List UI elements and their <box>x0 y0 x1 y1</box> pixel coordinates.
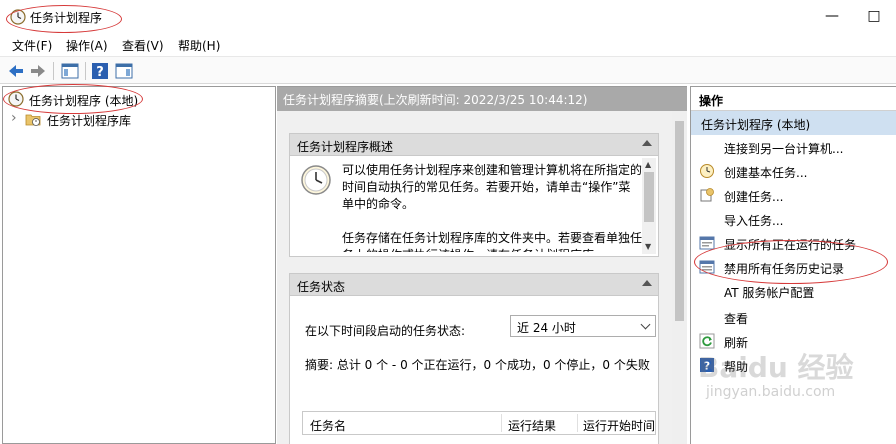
tree-child-label: 任务计划程序库 <box>47 114 132 128</box>
action-refresh[interactable]: 刷新 <box>691 329 896 353</box>
running-tasks-icon <box>699 236 715 250</box>
forward-arrow-icon[interactable] <box>28 61 48 81</box>
overview-scroll-thumb[interactable] <box>644 172 654 222</box>
help-icon: ? <box>700 358 714 373</box>
window-title: 任务计划程序 <box>30 11 103 25</box>
task-status-section-header[interactable]: 任务状态 <box>290 274 658 296</box>
summary-header: 任务计划程序摘要(上次刷新时间: 2022/3/25 10:44:12) <box>277 87 687 111</box>
overview-section-title: 任务计划程序概述 <box>297 140 394 154</box>
actions-header-text: 操作 <box>699 94 724 108</box>
basic-task-icon <box>700 164 714 178</box>
toolbar: ? <box>0 56 896 84</box>
status-range-dropdown[interactable]: 近 24 小时 <box>510 315 656 337</box>
column-separator[interactable] <box>577 414 578 432</box>
maximize-button[interactable]: □ <box>864 6 884 26</box>
action-label: 刷新 <box>724 336 749 350</box>
tree-root-label: 任务计划程序 (本地) <box>29 94 139 108</box>
action-label: 显示所有正在运行的任务 <box>724 238 857 252</box>
show-hide-console-tree-icon[interactable] <box>60 61 80 81</box>
action-label: 查看 <box>724 312 749 326</box>
title-bar: 任务计划程序 — □ <box>0 0 896 34</box>
folder-clock-icon <box>25 114 41 126</box>
tree-item-task-scheduler-local[interactable]: 任务计划程序 (本地) <box>3 89 275 109</box>
overview-section-header[interactable]: 任务计划程序概述 <box>290 134 658 156</box>
column-task-name[interactable]: 任务名 <box>310 417 346 434</box>
column-run-start-time[interactable]: 运行开始时间 <box>583 417 655 434</box>
overview-scrollbar[interactable]: ▲ ▼ <box>642 158 656 254</box>
clock-icon <box>301 165 331 195</box>
collapse-icon[interactable] <box>642 140 652 146</box>
actions-section-local[interactable]: 任务计划程序 (本地) <box>691 111 896 135</box>
status-summary: 摘要: 总计 0 个 - 0 个正在运行，0 个成功，0 个停止，0 个失败 <box>305 358 650 372</box>
actions-header: 操作 <box>691 87 896 111</box>
status-range-label: 在以下时间段启动的任务状态: <box>305 324 466 338</box>
menu-bar: 文件(F) 操作(A) 查看(V) 帮助(H) <box>0 34 896 56</box>
column-separator[interactable] <box>501 414 502 432</box>
action-connect-computer[interactable]: 连接到另一台计算机... <box>691 135 896 159</box>
overview-paragraph-2: 任务存储在任务计划程序库的文件夹中。若要查看单独任务上的操作或执行该操作，请在任… <box>342 231 642 252</box>
action-create-task[interactable]: 创建任务... <box>691 183 896 207</box>
action-label: 创建任务... <box>724 190 784 204</box>
actions-section-label: 任务计划程序 (本地) <box>701 118 811 132</box>
summary-header-text: 任务计划程序摘要(上次刷新时间: 2022/3/25 10:44:12) <box>283 93 588 107</box>
task-scheduler-icon <box>8 91 24 107</box>
refresh-icon <box>699 333 715 349</box>
action-label: 导入任务... <box>724 214 784 228</box>
scroll-up-icon[interactable]: ▲ <box>645 160 651 169</box>
action-label: 帮助 <box>724 360 749 374</box>
action-label: 创建基本任务... <box>724 166 808 180</box>
menu-action[interactable]: 操作(A) <box>66 37 108 54</box>
chevron-down-icon <box>640 319 651 330</box>
task-status-section: 任务状态 在以下时间段启动的任务状态: 近 24 小时 摘要: 总计 0 个 -… <box>289 273 659 444</box>
action-at-service-account[interactable]: AT 服务帐户配置 <box>691 279 896 303</box>
overview-section: 任务计划程序概述 可以使用任务计划程序来创建和管理计算机将在所指定的时间自动执行… <box>289 133 659 257</box>
menu-file[interactable]: 文件(F) <box>12 37 52 54</box>
action-help[interactable]: ? 帮助 <box>691 353 896 377</box>
action-view[interactable]: 查看 <box>691 305 896 329</box>
task-scheduler-icon <box>10 9 26 25</box>
back-arrow-icon[interactable] <box>6 61 26 81</box>
summary-pane: 任务计划程序摘要(上次刷新时间: 2022/3/25 10:44:12) 任务计… <box>277 86 687 444</box>
task-icon <box>700 188 714 202</box>
column-run-result[interactable]: 运行结果 <box>508 417 556 434</box>
actions-pane: 操作 任务计划程序 (本地) 连接到另一台计算机... 创建基本任务... 创建… <box>690 86 896 444</box>
action-import-task[interactable]: 导入任务... <box>691 207 896 231</box>
summary-body: 任务计划程序概述 可以使用任务计划程序来创建和管理计算机将在所指定的时间自动执行… <box>277 111 672 444</box>
action-label: 连接到另一台计算机... <box>724 142 844 156</box>
task-status-section-title: 任务状态 <box>297 280 346 294</box>
svg-text:?: ? <box>96 65 104 80</box>
overview-paragraph-1: 可以使用任务计划程序来创建和管理计算机将在所指定的时间自动执行的常见任务。若要开… <box>342 163 643 211</box>
collapse-icon[interactable] <box>642 280 652 286</box>
menu-view[interactable]: 查看(V) <box>122 37 164 54</box>
tree-item-task-library[interactable]: › 任务计划程序库 <box>3 109 275 129</box>
console-tree: 任务计划程序 (本地) › 任务计划程序库 <box>2 86 276 444</box>
minimize-button[interactable]: — <box>822 6 842 26</box>
toolbar-separator <box>53 62 54 80</box>
disable-history-icon <box>699 260 715 274</box>
action-label: AT 服务帐户配置 <box>724 286 815 300</box>
status-range-value: 近 24 小时 <box>517 321 576 335</box>
summary-scroll-thumb[interactable] <box>675 121 684 321</box>
action-label: 禁用所有任务历史记录 <box>724 262 845 276</box>
svg-text:?: ? <box>704 360 710 373</box>
task-table-header: 任务名 运行结果 运行开始时间 <box>302 411 656 435</box>
scroll-down-icon[interactable]: ▼ <box>645 242 651 251</box>
action-show-running-tasks[interactable]: 显示所有正在运行的任务 <box>691 231 896 255</box>
help-icon[interactable]: ? <box>90 61 110 81</box>
toolbar-separator <box>85 62 86 80</box>
action-create-basic-task[interactable]: 创建基本任务... <box>691 159 896 183</box>
menu-help[interactable]: 帮助(H) <box>178 37 220 54</box>
show-hide-action-pane-icon[interactable] <box>114 61 134 81</box>
chevron-right-icon[interactable]: › <box>11 110 17 126</box>
action-disable-history[interactable]: 禁用所有任务历史记录 <box>691 255 896 279</box>
summary-scrollbar[interactable] <box>672 111 687 444</box>
